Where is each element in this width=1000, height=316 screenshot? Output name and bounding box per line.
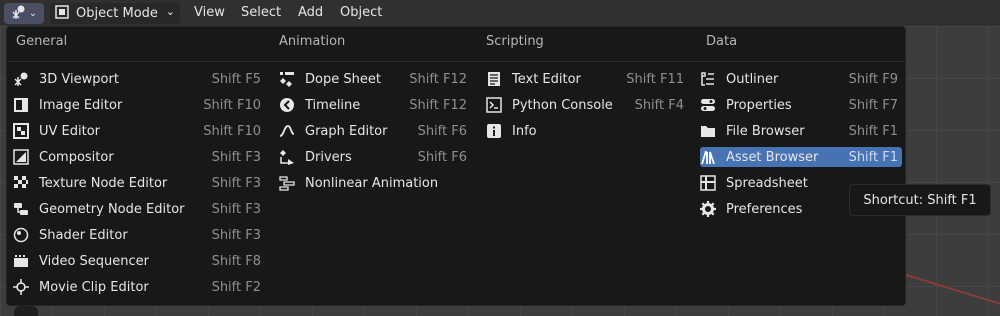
menu-add[interactable]: Add: [298, 5, 323, 20]
object-mode-dropdown[interactable]: Object Mode ⌄: [50, 3, 180, 24]
menu-item-shader-editor[interactable]: Shader Editor Shift F3: [13, 225, 265, 245]
spreadsheet-icon: [700, 175, 716, 191]
menu-item-nonlinear-animation[interactable]: Nonlinear Animation: [279, 173, 471, 193]
shader-editor-icon: [13, 227, 29, 243]
compositor-icon: [13, 149, 29, 165]
asset-browser-icon: [700, 149, 716, 165]
python-console-icon: [486, 97, 502, 113]
header-bar: ⌄ Object Mode ⌄ View Select Add Object: [0, 0, 1000, 26]
text-editor-icon: [486, 71, 502, 87]
viewport-gizmo-icon: [14, 306, 38, 316]
menu-item-dope-sheet[interactable]: Dope Sheet Shift F12: [279, 69, 471, 89]
folder-icon: [700, 123, 716, 139]
menu-item-python-console[interactable]: Python Console Shift F4: [486, 95, 688, 115]
menu-item-timeline[interactable]: Timeline Shift F12: [279, 95, 471, 115]
menu-item-uv-editor[interactable]: UV Editor Shift F10: [13, 121, 265, 141]
menu-item-drivers[interactable]: Drivers Shift F6: [279, 147, 471, 167]
geometry-node-icon: [13, 201, 29, 217]
uv-editor-icon: [13, 123, 29, 139]
menu-object[interactable]: Object: [340, 5, 382, 20]
nla-icon: [279, 175, 295, 191]
column-header-animation: Animation: [279, 34, 346, 49]
timeline-icon: [279, 97, 295, 113]
image-editor-icon: [13, 97, 29, 113]
menu-item-graph-editor[interactable]: Graph Editor Shift F6: [279, 121, 471, 141]
menu-item-movie-clip-editor[interactable]: Movie Clip Editor Shift F2: [13, 277, 265, 297]
outliner-icon: [700, 71, 716, 87]
menu-item-geometry-node-editor[interactable]: Geometry Node Editor Shift F3: [13, 199, 265, 219]
viewport-3d-icon: [13, 71, 29, 87]
menu-divider: [7, 61, 905, 62]
viewport-3d-icon: [11, 4, 27, 24]
object-mode-label: Object Mode: [76, 6, 158, 21]
column-header-data: Data: [706, 34, 738, 49]
drivers-icon: [279, 149, 295, 165]
gear-icon: [700, 201, 716, 217]
dope-sheet-icon: [279, 71, 295, 87]
menu-item-compositor[interactable]: Compositor Shift F3: [13, 147, 265, 167]
object-mode-icon: [54, 4, 70, 24]
menu-item-file-browser[interactable]: File Browser Shift F1: [700, 121, 902, 141]
chevron-down-icon: ⌄: [165, 5, 175, 18]
shortcut-tooltip: Shortcut: Shift F1: [849, 184, 991, 216]
menu-item-3d-viewport[interactable]: 3D Viewport Shift F5: [13, 69, 265, 89]
menu-item-image-editor[interactable]: Image Editor Shift F10: [13, 95, 265, 115]
texture-node-icon: [13, 175, 29, 191]
menu-item-info[interactable]: Info: [486, 121, 688, 141]
menu-item-asset-browser[interactable]: Asset Browser Shift F1: [700, 147, 902, 167]
menu-item-outliner[interactable]: Outliner Shift F9: [700, 69, 902, 89]
menu-item-video-sequencer[interactable]: Video Sequencer Shift F8: [13, 251, 265, 271]
graph-editor-icon: [279, 123, 295, 139]
info-icon: [486, 123, 502, 139]
menu-select[interactable]: Select: [241, 5, 281, 20]
menu-item-properties[interactable]: Properties Shift F7: [700, 95, 902, 115]
menu-item-texture-node-editor[interactable]: Texture Node Editor Shift F3: [13, 173, 265, 193]
video-sequencer-icon: [13, 253, 29, 269]
editor-type-menu: General Animation Scripting Data 3D View…: [6, 26, 906, 306]
menu-item-text-editor[interactable]: Text Editor Shift F11: [486, 69, 688, 89]
movie-clip-icon: [13, 279, 29, 295]
properties-icon: [700, 97, 716, 113]
menu-view[interactable]: View: [194, 5, 225, 20]
column-header-general: General: [16, 34, 68, 49]
column-header-scripting: Scripting: [486, 34, 544, 49]
editor-type-button[interactable]: ⌄: [4, 3, 44, 24]
chevron-down-icon: ⌄: [28, 8, 38, 19]
